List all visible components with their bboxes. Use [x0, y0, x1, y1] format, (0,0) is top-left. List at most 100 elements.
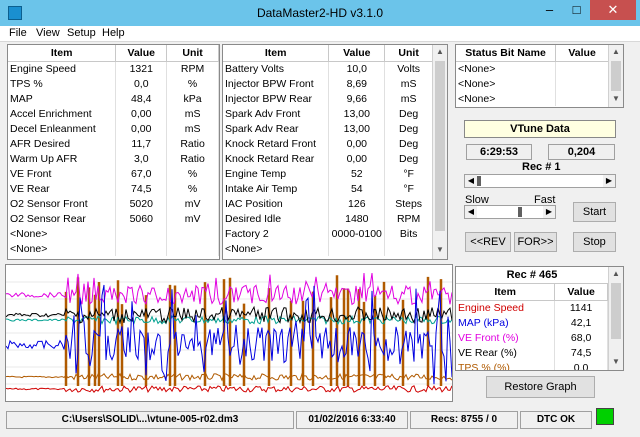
stop-button[interactable]: Stop: [573, 232, 616, 252]
reverse-button[interactable]: <<REV: [465, 232, 511, 252]
table-row[interactable]: Engine Speed 1321 RPM: [8, 61, 219, 76]
table-cell: Ratio: [166, 136, 219, 151]
slider-left-arrow-icon[interactable]: ◀: [465, 206, 477, 218]
table-row[interactable]: Spark Adv Rear 13,00 Deg: [223, 121, 433, 136]
speed-slider[interactable]: ◀ ▶: [464, 205, 556, 219]
speed-slider-thumb[interactable]: [517, 207, 522, 217]
legend-row[interactable]: MAP (kPa) 42,1: [456, 315, 608, 330]
scroll-up-arrow-icon[interactable]: ▲: [433, 47, 447, 56]
table-cell: °F: [384, 166, 433, 181]
rec-number-label: Rec # 1: [522, 161, 561, 173]
table-row[interactable]: IAC Position 126 Steps: [223, 196, 433, 211]
scroll-down-arrow-icon[interactable]: ▼: [433, 245, 447, 254]
slider-right-arrow-icon[interactable]: ▶: [603, 175, 615, 187]
record-slider-thumb[interactable]: [477, 176, 481, 186]
scroll-down-arrow-icon[interactable]: ▼: [609, 94, 623, 103]
legend-item-value: 42,1: [554, 315, 608, 330]
table-row[interactable]: Decel Enleanment 0,00 mS: [8, 121, 219, 136]
menu-setup[interactable]: Setup: [67, 27, 96, 39]
menu-file[interactable]: File: [9, 27, 27, 39]
table-row[interactable]: Accel Enrichment 0,00 mS: [8, 106, 219, 121]
table-row[interactable]: Factory 2 0000-0100 Bits: [223, 226, 433, 241]
legend-row[interactable]: VE Rear (%) 74,5: [456, 345, 608, 360]
column-header-unit[interactable]: Unit: [384, 45, 433, 62]
graph-canvas[interactable]: [5, 265, 453, 401]
column-header-item[interactable]: Item: [223, 45, 330, 62]
scroll-down-arrow-icon[interactable]: ▼: [609, 357, 623, 366]
menu-help[interactable]: Help: [102, 27, 125, 39]
column-header-value[interactable]: Value: [555, 45, 609, 62]
table-row[interactable]: <None>: [456, 61, 609, 76]
legend-row[interactable]: Engine Speed 1141: [456, 300, 608, 315]
dtc-status-indicator: [596, 408, 614, 425]
scroll-up-arrow-icon[interactable]: ▲: [609, 269, 623, 278]
legend-item-name: MAP (kPa): [456, 315, 556, 330]
slider-right-arrow-icon[interactable]: ▶: [543, 206, 555, 218]
legend-item-name: TPS % (%): [456, 360, 556, 370]
table-cell: 5020: [115, 196, 168, 211]
table-row[interactable]: <None>: [223, 241, 433, 256]
data-graph[interactable]: [5, 264, 453, 402]
column-header-value[interactable]: Value: [328, 45, 386, 62]
table-cell: [115, 226, 168, 241]
table-cell: mS: [384, 76, 433, 91]
scrollbar-thumb[interactable]: [611, 61, 621, 91]
forward-button[interactable]: FOR>>: [514, 232, 557, 252]
table-cell: %: [166, 166, 219, 181]
scrollbar-thumb[interactable]: [611, 283, 621, 339]
menu-view[interactable]: View: [36, 27, 60, 39]
table-row[interactable]: Desired Idle 1480 RPM: [223, 211, 433, 226]
status-bits-table: Status Bit Name Value <None> <None> <None>: [456, 45, 609, 106]
column-header-item[interactable]: Item: [456, 284, 556, 301]
slider-left-arrow-icon[interactable]: ◀: [465, 175, 477, 187]
table-row[interactable]: TPS % 0,0%: [8, 76, 219, 91]
column-header-status-bit-name[interactable]: Status Bit Name: [456, 45, 557, 62]
table-cell: Warm Up AFR: [8, 151, 117, 166]
legend-scrollbar[interactable]: ▲ ▼: [608, 267, 623, 370]
table-row[interactable]: Spark Adv Front 13,00 Deg: [223, 106, 433, 121]
table-row[interactable]: Intake Air Temp 54 °F: [223, 181, 433, 196]
table-cell: Volts: [384, 61, 433, 76]
table-row[interactable]: Warm Up AFR 3,0 Ratio: [8, 151, 219, 166]
table-cell: 48,4: [115, 91, 168, 106]
table-row[interactable]: Knock Retard Rear 0,00 Deg: [223, 151, 433, 166]
table-row[interactable]: <None>: [8, 226, 219, 241]
scrollbar-thumb[interactable]: [435, 61, 445, 231]
table-row[interactable]: <None>: [8, 241, 219, 256]
table-cell: 0000-0100: [328, 226, 386, 241]
vtune-value-field: 0,204: [548, 144, 615, 160]
restore-graph-button[interactable]: Restore Graph: [486, 376, 595, 398]
table-row[interactable]: Knock Retard Front 0,00 Deg: [223, 136, 433, 151]
table-row[interactable]: Injector BPW Front 8,69 mS: [223, 76, 433, 91]
minimize-button[interactable]: –: [536, 0, 563, 20]
table-row[interactable]: VE Rear 74,5%: [8, 181, 219, 196]
table-row[interactable]: VE Front 67,0%: [8, 166, 219, 181]
table-row[interactable]: Engine Temp 52 °F: [223, 166, 433, 181]
start-button[interactable]: Start: [573, 202, 616, 222]
column-header-value[interactable]: Value: [554, 284, 608, 301]
table-row[interactable]: MAP 48,4 kPa: [8, 91, 219, 106]
table-cell: Battery Volts: [223, 61, 330, 76]
table-cell: 1321: [115, 61, 168, 76]
close-button[interactable]: ✕: [590, 0, 636, 20]
legend-row[interactable]: VE Front (%) 68,0: [456, 330, 608, 345]
table-cell: 52: [328, 166, 386, 181]
legend-rec-title: Rec # 465: [456, 267, 608, 284]
maximize-button[interactable]: □: [563, 0, 590, 20]
table-row[interactable]: <None>: [456, 91, 609, 106]
table-row[interactable]: AFR Desired 11,7 Ratio: [8, 136, 219, 151]
table-row[interactable]: Injector BPW Rear 9,66 mS: [223, 91, 433, 106]
scroll-up-arrow-icon[interactable]: ▲: [609, 47, 623, 56]
table-row[interactable]: Battery Volts 10,0 Volts: [223, 61, 433, 76]
legend-row[interactable]: TPS % (%) 0,0: [456, 360, 608, 370]
column-header-unit[interactable]: Unit: [166, 45, 219, 62]
status-bits-scrollbar[interactable]: ▲ ▼: [608, 45, 623, 107]
record-slider[interactable]: ◀ ▶: [464, 174, 616, 188]
column-header-item[interactable]: Item: [8, 45, 117, 62]
column-header-value[interactable]: Value: [115, 45, 168, 62]
table-row[interactable]: O2 Sensor Rear 5060 mV: [8, 211, 219, 226]
table-cell: <None>: [223, 241, 330, 256]
table-row[interactable]: O2 Sensor Front 5020 mV: [8, 196, 219, 211]
middle-table-scrollbar[interactable]: ▲ ▼: [432, 45, 447, 259]
table-row[interactable]: <None>: [456, 76, 609, 91]
